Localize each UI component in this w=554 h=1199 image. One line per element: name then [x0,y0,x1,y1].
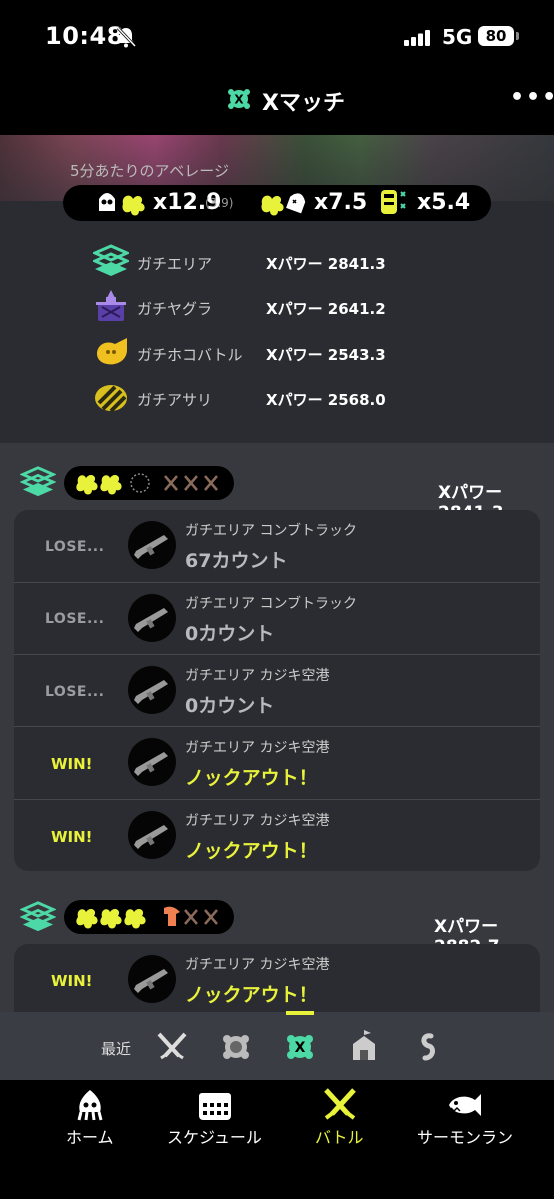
match-stage: ガチエリア カジキ空港 [185,668,330,684]
win-loss-pill [64,900,234,934]
battery-nub [516,32,519,40]
match-result: LOSE... [45,684,105,700]
match-result: WIN! [51,755,93,773]
splat-zones-icon [19,465,57,503]
calendar-icon[interactable] [198,1091,232,1125]
mode-power: Xパワー 2568.0 [266,391,386,409]
average-label: 5分あたりのアベレージ [70,162,229,180]
svg-text:X: X [234,93,244,107]
kill-icon [95,189,149,223]
filter-regular-icon[interactable] [219,1030,253,1068]
mode-name: ガチホコバトル [137,346,243,364]
svg-text:X: X [295,1040,306,1056]
filter-event-icon[interactable] [411,1030,445,1068]
mode-name: ガチアサリ [137,391,213,409]
weapon-icon [128,955,176,1003]
specials-value: x5.4 [417,190,471,215]
mode-filter-bar [0,1012,554,1080]
network-type: 5G [442,25,473,49]
mode-name: ガチエリア [137,255,213,273]
filter-private-icon[interactable] [347,1030,381,1068]
x-match-icon: X [226,86,252,116]
weapon-icon [128,594,176,642]
special-icon [375,184,411,224]
tab-salmon-run[interactable]: サーモンラン [417,1124,513,1148]
battery-icon: 80 [478,26,514,46]
rainmaker-icon [93,334,131,374]
win-loss-pill [64,466,234,500]
salmon-icon[interactable] [445,1090,483,1124]
scroll-indicator [286,1011,314,1015]
match-result: LOSE... [45,611,105,627]
match-stage: ガチエリア コンブトラック [185,523,358,539]
kills-assist-value: (3.9) [205,196,234,210]
clam-blitz-icon [93,381,129,419]
match-result: WIN! [51,828,93,846]
match-score: 0カウント [185,623,275,645]
match-score: 67カウント [185,550,288,572]
weapon-icon [128,738,176,786]
match-score: ノックアウト！ [185,840,318,862]
match-score: ノックアウト！ [185,767,318,789]
match-result: LOSE... [45,539,105,555]
tab-home[interactable]: ホーム [66,1124,114,1148]
weapon-icon [128,521,176,569]
signal-icon [404,30,432,50]
match-stage: ガチエリア カジキ空港 [185,957,330,973]
bell-muted-icon [116,26,137,52]
match-stage: ガチエリア カジキ空港 [185,740,330,756]
death-icon [258,189,312,223]
deaths-value: x7.5 [314,190,368,215]
filter-x-match-icon[interactable]: X [283,1030,317,1068]
match-stage: ガチエリア カジキ空港 [185,813,330,829]
filter-recent-label[interactable]: 最近 [101,1038,131,1059]
page-title: Xマッチ [262,91,345,116]
battle-icon[interactable] [322,1088,358,1126]
status-time: 10:48 [45,22,124,50]
tab-schedule[interactable]: スケジュール [167,1124,262,1148]
match-score: ノックアウト！ [185,984,318,1006]
mode-name: ガチヤグラ [137,300,213,318]
mode-power: Xパワー 2641.2 [266,300,386,318]
mode-power: Xパワー 2543.3 [266,346,386,364]
filter-all-battles-icon[interactable] [155,1030,189,1068]
splat-zones-icon [91,243,131,283]
splat-zones-icon [19,900,57,938]
mode-power: Xパワー 2841.3 [266,255,386,273]
weapon-icon [128,666,176,714]
match-score: 0カウント [185,695,275,717]
tower-control-icon [93,288,129,330]
tab-battle[interactable]: バトル [315,1124,363,1148]
match-stage: ガチエリア コンブトラック [185,596,358,612]
weapon-icon [128,811,176,859]
match-result: WIN! [51,972,93,990]
more-menu-button[interactable]: ••• [510,85,554,110]
squid-home-icon[interactable] [75,1088,105,1126]
